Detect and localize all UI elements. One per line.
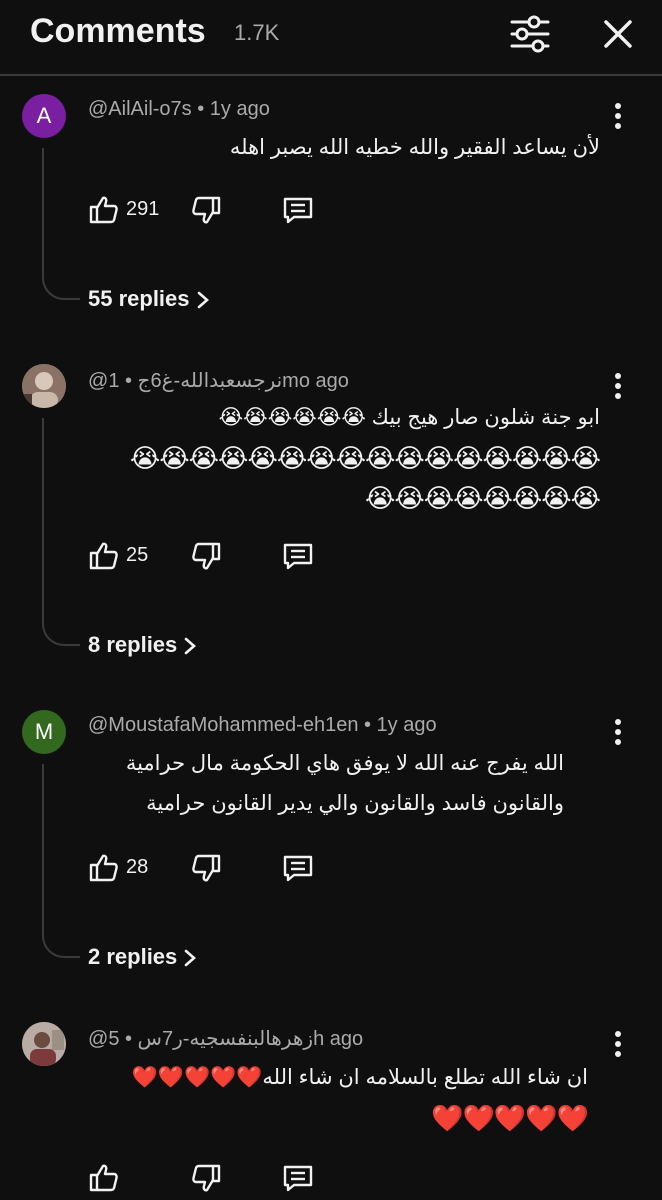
reply-icon[interactable]	[282, 1162, 314, 1194]
reply-icon[interactable]	[282, 194, 314, 226]
chevron-right-icon	[197, 291, 209, 309]
replies-label: 55 replies	[88, 286, 190, 311]
avatar-photo	[22, 364, 66, 408]
thumbs-down-icon[interactable]	[190, 194, 222, 226]
avatar[interactable]: A	[22, 94, 66, 138]
avatar[interactable]	[22, 1022, 66, 1066]
more-options-icon[interactable]	[604, 1026, 632, 1062]
thumbs-down-icon[interactable]	[190, 1162, 222, 1194]
comment-actions: 25	[88, 536, 388, 576]
comment-line: 😭😭😭😭😭😭😭😭😭😭😭😭😭😭😭😭	[129, 443, 601, 473]
thumbs-down-icon[interactable]	[190, 540, 222, 572]
view-replies-button[interactable]: 2 replies	[88, 944, 197, 970]
like-count: 28	[126, 856, 149, 878]
comment-actions	[88, 1158, 388, 1198]
like-count: 25	[126, 544, 149, 566]
comment-line: لأن يساعد الفقير والله خطيه الله يصبر اه…	[229, 136, 600, 159]
view-replies-button[interactable]: 55 replies	[88, 286, 210, 312]
avatar-letter: A	[36, 103, 52, 128]
comments-title: Comments	[30, 12, 206, 50]
comment-line: ان شاء الله تطلع بالسلامه ان شاء الله❤️❤…	[131, 1066, 588, 1089]
comment-line: والقانون فاسد والقانون والي يدير القانون…	[146, 792, 564, 815]
comment-line: ❤️❤️❤️❤️❤️	[431, 1103, 589, 1133]
thread-rail	[42, 148, 80, 300]
comment-text: الله يفرج عنه الله لا يوفق هاي الحكومة م…	[88, 744, 564, 824]
thumbs-up-icon[interactable]	[88, 1162, 120, 1194]
chevron-right-icon	[184, 637, 197, 655]
thumbs-down-icon[interactable]	[190, 852, 222, 884]
comments-count: 1.7K	[234, 20, 280, 45]
avatar-letter: M	[34, 719, 54, 744]
comment-author-meta[interactable]: @MoustafaMohammed-eh1en • 1y ago	[88, 714, 437, 737]
avatar[interactable]	[22, 364, 66, 408]
replies-label: 8 replies	[88, 632, 178, 657]
chevron-right-icon	[184, 949, 197, 967]
view-replies-button[interactable]: 8 replies	[88, 632, 197, 658]
more-options-icon[interactable]	[604, 98, 632, 134]
replies-label: 2 replies	[88, 944, 178, 969]
comments-header: Comments 1.7K	[0, 0, 662, 76]
comment-text: ابو جنة شلون صار هيج بيك 😭😭😭😭😭😭 😭😭😭😭😭😭😭😭…	[88, 398, 601, 518]
comment-text: ان شاء الله تطلع بالسلامه ان شاء الله❤️❤…	[88, 1058, 589, 1138]
like-count: 291	[126, 198, 160, 220]
thumbs-up-icon[interactable]	[88, 194, 120, 226]
thread-rail	[42, 418, 80, 646]
comment-text: لأن يساعد الفقير والله خطيه الله يصبر اه…	[88, 128, 600, 168]
sliders-icon[interactable]	[508, 12, 552, 56]
thread-rail	[42, 764, 80, 958]
close-icon[interactable]	[596, 12, 640, 56]
comment-actions: 291	[88, 190, 388, 230]
more-options-icon[interactable]	[604, 714, 632, 750]
comment-line: ابو جنة شلون صار هيج بيك 😭😭😭😭😭😭	[218, 406, 600, 429]
thumbs-up-icon[interactable]	[88, 852, 120, 884]
more-options-icon[interactable]	[604, 368, 632, 404]
comment-line: الله يفرج عنه الله لا يوفق هاي الحكومة م…	[125, 752, 564, 775]
reply-icon[interactable]	[282, 852, 314, 884]
comment-author-meta[interactable]: @AilAil-o7s • 1y ago	[88, 98, 270, 121]
comment-author-meta[interactable]: @نرجسعبدالله-غ6ج • 1mo ago	[88, 368, 349, 393]
comment-line: 😭😭😭😭😭😭😭😭	[364, 483, 601, 513]
comment-actions: 28	[88, 848, 388, 888]
comment-author-meta[interactable]: @زهرهالبنفسجيه-ر7س • 5h ago	[88, 1026, 363, 1051]
avatar[interactable]: M	[22, 710, 66, 754]
thumbs-up-icon[interactable]	[88, 540, 120, 572]
reply-icon[interactable]	[282, 540, 314, 572]
avatar-photo	[22, 1022, 66, 1066]
